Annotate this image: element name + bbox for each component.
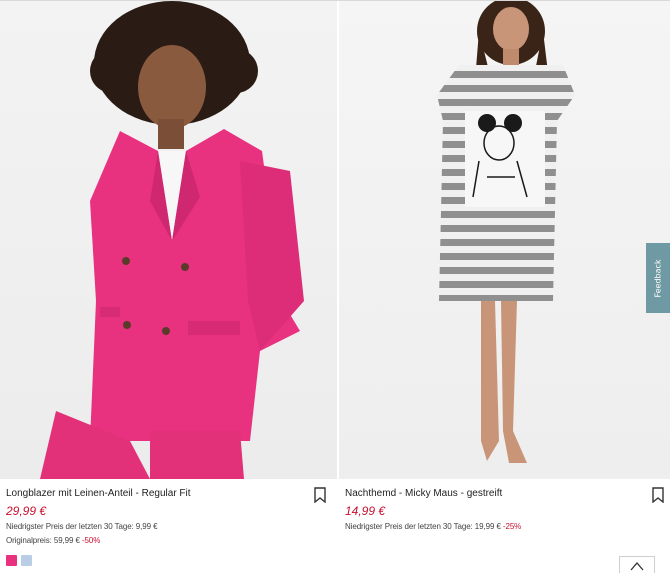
pink-blazer-illustration [40, 1, 304, 479]
feedback-tab[interactable]: Feedback [646, 243, 670, 313]
swatch-pink[interactable] [6, 555, 17, 566]
bookmark-icon[interactable] [651, 487, 665, 504]
swatch-light-blue[interactable] [21, 555, 32, 566]
original-price-text: Originalpreis: 59,99 € [6, 536, 80, 545]
discount-badge: -50% [81, 536, 101, 545]
original-price-note: Originalpreis: 59,99 € -50% [6, 536, 100, 545]
product-title[interactable]: Longblazer mit Leinen-Anteil - Regular F… [6, 488, 191, 499]
lowest-price-note: Niedrigster Preis der letzten 30 Tage: 1… [345, 522, 521, 531]
striped-nightdress-illustration [437, 1, 575, 463]
arrow-up-icon [630, 562, 644, 571]
product-title[interactable]: Nachthemd - Micky Maus - gestreift [345, 488, 502, 499]
discount-badge: -25% [502, 522, 522, 531]
lowest-price-note: Niedrigster Preis der letzten 30 Tage: 9… [6, 522, 158, 531]
product-image-longblazer[interactable] [0, 1, 337, 479]
bookmark-icon[interactable] [313, 487, 327, 504]
lowest-price-text: Niedrigster Preis der letzten 30 Tage: 1… [345, 522, 501, 531]
scroll-to-top-button[interactable] [619, 556, 655, 573]
lowest-price-text: Niedrigster Preis der letzten 30 Tage: 9… [6, 522, 158, 531]
product-price: 29,99 € [6, 504, 47, 518]
product-image-nachthemd[interactable] [339, 1, 670, 479]
product-price: 14,99 € [345, 504, 386, 518]
color-swatches [6, 555, 32, 566]
feedback-label: Feedback [653, 258, 663, 298]
